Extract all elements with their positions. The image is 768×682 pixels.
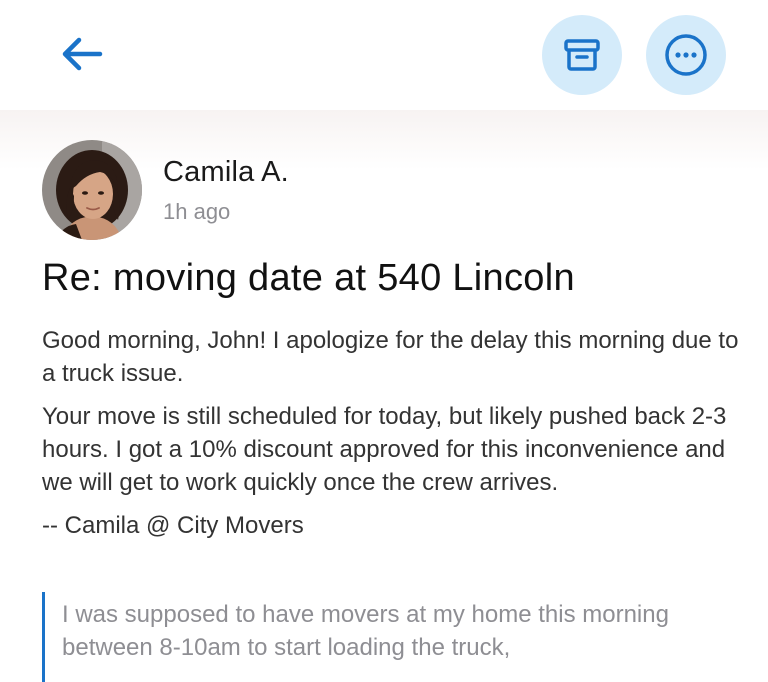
top-bar xyxy=(0,0,768,110)
quoted-text: I was supposed to have movers at my home… xyxy=(62,601,669,661)
back-button[interactable] xyxy=(52,27,112,81)
more-options-button[interactable] xyxy=(646,15,726,95)
avatar[interactable] xyxy=(42,140,142,240)
message-timestamp: 1h ago xyxy=(163,199,231,224)
email-body: Good morning, John! I apologize for the … xyxy=(42,324,742,552)
sender-name: Camila A. xyxy=(163,156,289,188)
body-paragraph: Good morning, John! I apologize for the … xyxy=(42,327,739,387)
archive-icon xyxy=(564,39,600,71)
quoted-message: I was supposed to have movers at my home… xyxy=(42,592,742,682)
more-horizontal-icon xyxy=(665,34,707,76)
email-subject: Re: moving date at 540 Lincoln xyxy=(42,257,575,299)
archive-button[interactable] xyxy=(542,15,622,95)
arrow-left-icon xyxy=(62,37,103,71)
email-signature: -- Camila @ City Movers xyxy=(42,512,304,539)
body-paragraph: Your move is still scheduled for today, … xyxy=(42,403,727,496)
